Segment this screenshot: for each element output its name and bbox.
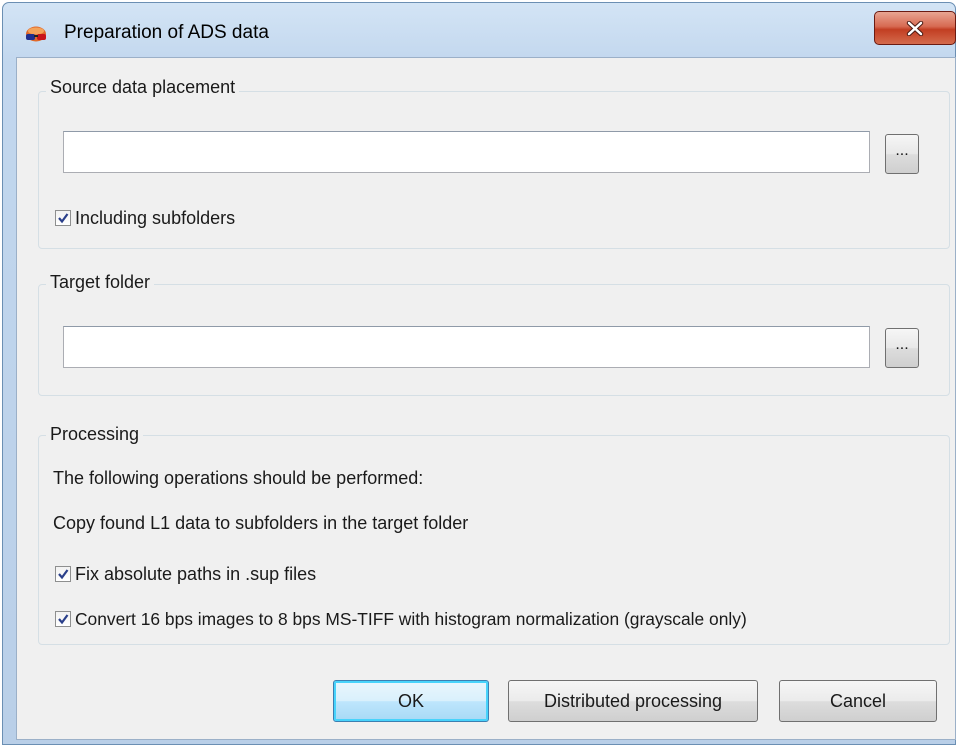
dialog-body: Source data placement ... Including subf… — [16, 57, 956, 740]
stereo-glasses-icon — [25, 26, 47, 44]
window-title: Preparation of ADS data — [64, 22, 269, 43]
processing-group-title: Processing — [46, 424, 144, 445]
convert-images-label[interactable]: Convert 16 bps images to 8 bps MS-TIFF w… — [75, 609, 747, 630]
close-button[interactable] — [874, 11, 956, 45]
target-folder-group-title: Target folder — [46, 272, 155, 293]
dialog-window: Preparation of ADS data Source data plac… — [2, 2, 956, 745]
target-path-input[interactable] — [63, 326, 870, 368]
include-subfolders-checkbox[interactable] — [55, 210, 71, 226]
title-bar[interactable]: Preparation of ADS data — [3, 3, 956, 57]
include-subfolders-label[interactable]: Including subfolders — [75, 208, 235, 229]
checkmark-icon — [58, 213, 69, 224]
convert-images-checkbox[interactable] — [55, 611, 71, 627]
checkmark-icon — [58, 569, 69, 580]
source-browse-button[interactable]: ... — [885, 134, 919, 174]
operations-intro-text: The following operations should be perfo… — [53, 468, 424, 488]
close-icon — [906, 21, 924, 36]
source-data-group-title: Source data placement — [46, 77, 240, 98]
cancel-button[interactable]: Cancel — [779, 680, 937, 722]
copy-operation-text: Copy found L1 data to subfolders in the … — [53, 513, 469, 533]
distributed-processing-button[interactable]: Distributed processing — [508, 680, 758, 722]
fix-paths-checkbox[interactable] — [55, 566, 71, 582]
checkmark-icon — [58, 614, 69, 625]
target-browse-button[interactable]: ... — [885, 328, 919, 368]
source-path-input[interactable] — [63, 131, 870, 173]
fix-paths-label[interactable]: Fix absolute paths in .sup files — [75, 564, 316, 585]
ok-button[interactable]: OK — [333, 680, 489, 722]
